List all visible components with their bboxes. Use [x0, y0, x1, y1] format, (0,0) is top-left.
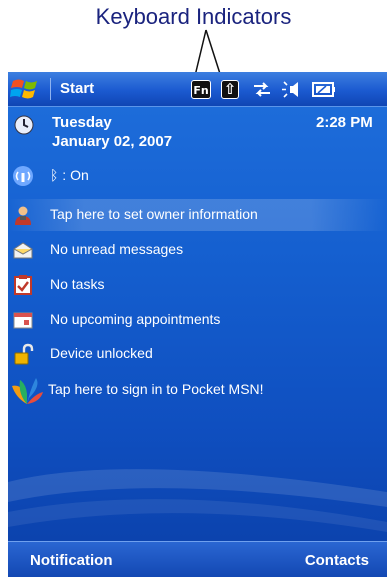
appointments-label: No upcoming appointments [50, 311, 221, 327]
clock-icon [14, 115, 34, 135]
fn-key-indicator-icon: Fn [191, 80, 211, 99]
notification-softkey[interactable]: Notification [30, 552, 113, 569]
speaker-volume-icon[interactable] [282, 80, 304, 99]
shift-key-indicator-icon: ⇧ [221, 80, 239, 99]
time-label: 2:28 PM [316, 114, 373, 131]
messages-label: No unread messages [50, 241, 184, 257]
title-bar: Start Fn ⇧ [8, 72, 387, 107]
windows-flag-icon[interactable] [10, 75, 40, 103]
contacts-softkey[interactable]: Contacts [305, 552, 369, 569]
tasks-item[interactable]: No tasks [8, 269, 387, 301]
bluetooth-status-label: ᛒ : On [50, 167, 89, 183]
background-swirl [8, 469, 387, 532]
envelope-message-icon [13, 242, 33, 259]
pocket-msn-item[interactable]: Tap here to sign in to Pocket MSN! [8, 372, 387, 408]
owner-person-icon [15, 206, 31, 225]
unlocked-padlock-icon [14, 343, 34, 365]
wireless-antenna-icon [13, 166, 33, 186]
owner-info-label: Tap here to set owner information [50, 206, 258, 222]
day-label: Tuesday [52, 114, 112, 131]
device-lock-label: Device unlocked [50, 345, 153, 361]
pocket-msn-label: Tap here to sign in to Pocket MSN! [48, 381, 264, 397]
sync-arrows-icon[interactable] [251, 80, 273, 99]
title-separator [50, 78, 51, 100]
calendar-icon [13, 312, 33, 329]
msn-butterfly-icon [12, 378, 43, 404]
pocketpc-screen: Start Fn ⇧ Tuesday January 02, 2007 2:28… [8, 72, 387, 577]
tasks-label: No tasks [50, 276, 105, 292]
messages-item[interactable]: No unread messages [8, 234, 387, 266]
date-time-item[interactable]: Tuesday January 02, 2007 2:28 PM [8, 110, 387, 154]
date-label: January 02, 2007 [52, 133, 173, 150]
owner-info-item[interactable]: Tap here to set owner information [8, 199, 387, 231]
device-lock-item[interactable]: Device unlocked [8, 338, 387, 370]
appointments-item[interactable]: No upcoming appointments [8, 304, 387, 336]
softkey-bar: Notification Contacts [8, 541, 387, 577]
task-checkbox-icon [14, 275, 32, 295]
bluetooth-status-item[interactable]: ᛒ : On [8, 160, 387, 192]
battery-icon[interactable] [312, 80, 336, 99]
start-menu-button[interactable]: Start [60, 80, 94, 97]
